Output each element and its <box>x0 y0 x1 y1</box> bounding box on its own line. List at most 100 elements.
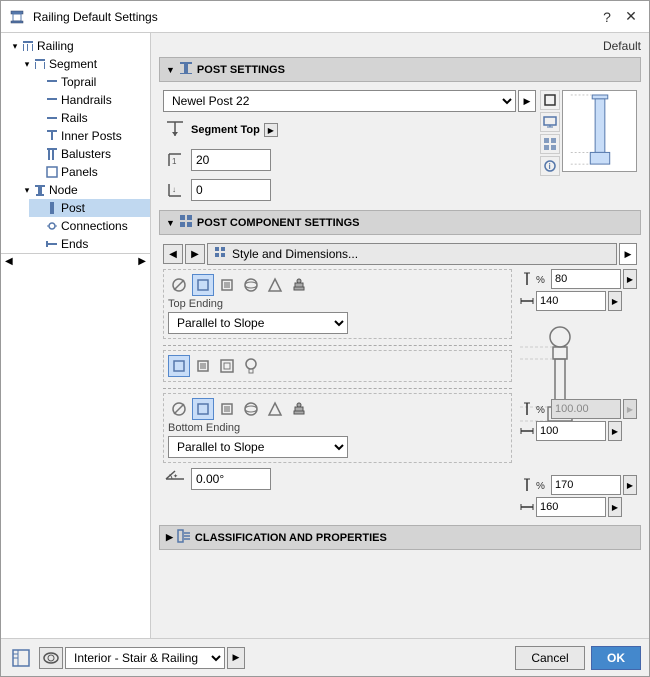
bot-box-icon-btn[interactable] <box>192 398 214 420</box>
bot-height-input[interactable] <box>551 475 621 495</box>
scroll-left-icon[interactable]: ◀ <box>5 256 13 267</box>
sidebar-item-connections[interactable]: Connections <box>29 217 150 235</box>
bot-shape-icon-btn[interactable] <box>264 398 286 420</box>
footer-dropdown-arrow[interactable]: ▶ <box>227 647 245 669</box>
bot-width-row: ▶ <box>520 497 637 517</box>
cancel-button[interactable]: Cancel <box>515 646 585 670</box>
field2-row: ↓ <box>163 178 536 202</box>
style-dimensions-label: Style and Dimensions... <box>232 247 358 261</box>
bot-circle-icon-btn[interactable] <box>168 398 190 420</box>
sidebar-item-innerposts[interactable]: Inner Posts <box>29 127 150 145</box>
comp-prev-button[interactable]: ◀ <box>163 244 183 264</box>
divider2 <box>163 388 512 389</box>
footer-buttons: Cancel OK <box>515 646 641 670</box>
field1-input[interactable] <box>191 149 271 171</box>
sidebar-item-handrails[interactable]: Handrails <box>29 91 150 109</box>
comp-right: % ▶ ▶ <box>520 269 637 517</box>
top-box2-icon-btn[interactable] <box>216 274 238 296</box>
svg-text:%: % <box>536 275 545 286</box>
style-arrow-btn[interactable]: ▶ <box>619 243 637 265</box>
sidebar-item-segment[interactable]: ▾ Segment <box>17 55 150 73</box>
bot-height-row: % ▶ <box>520 475 637 495</box>
post-preview-svg <box>562 90 637 172</box>
preview-grid-icon[interactable] <box>540 134 560 154</box>
footer-book-icon[interactable] <box>9 646 33 670</box>
comp-next-button[interactable]: ▶ <box>185 244 205 264</box>
scroll-right-icon[interactable]: ▶ <box>138 256 146 267</box>
mid-box2-icon-btn[interactable] <box>192 355 214 377</box>
mid-shape2-icon-btn[interactable] <box>216 355 238 377</box>
top-width-arrow[interactable]: ▶ <box>608 291 622 311</box>
bottom-ending-select[interactable]: Parallel to Slope <box>168 436 348 458</box>
top-box-icon-btn[interactable] <box>192 274 214 296</box>
middle-fields: % ▶ ▶ <box>520 399 637 441</box>
footer-eye-button[interactable] <box>39 647 63 669</box>
spacer <box>33 220 45 232</box>
classification-header[interactable]: ▶ CLASSIFICATION AND PROPERTIES <box>159 525 641 550</box>
mid-width-arrow[interactable]: ▶ <box>608 421 622 441</box>
classification-title: CLASSIFICATION AND PROPERTIES <box>195 532 387 544</box>
sidebar-item-panels[interactable]: Panels <box>29 163 150 181</box>
sidebar-item-node[interactable]: ▾ Node <box>17 181 150 199</box>
segment-top-arrow[interactable]: ▶ <box>264 123 278 137</box>
spacer <box>33 238 45 250</box>
bot-custom-icon-btn[interactable] <box>288 398 310 420</box>
bot-sphere-icon-btn[interactable] <box>240 398 262 420</box>
sidebar-item-post[interactable]: Post <box>29 199 150 217</box>
post-settings-body: Newel Post 22 ▶ <box>159 86 641 206</box>
top-circle-icon-btn[interactable] <box>168 274 190 296</box>
middle-area: Top Ending Parallel to Slope <box>163 269 637 517</box>
bot-width-arrow[interactable]: ▶ <box>608 497 622 517</box>
preview-monitor-icon[interactable] <box>540 112 560 132</box>
post-preview-container: i <box>540 90 637 202</box>
sidebar-label-handrails: Handrails <box>61 93 112 107</box>
preview-square-icon[interactable] <box>540 90 560 110</box>
bot-box2-icon-btn[interactable] <box>216 398 238 420</box>
title-bar-left: Railing Default Settings <box>9 9 158 25</box>
help-button[interactable]: ? <box>597 7 617 27</box>
sidebar-label-connections: Connections <box>61 219 128 233</box>
field2-input[interactable] <box>191 179 271 201</box>
top-ending-label: Top Ending <box>168 298 507 310</box>
top-height-arrow[interactable]: ▶ <box>623 269 637 289</box>
mid-width-input[interactable] <box>536 421 606 441</box>
sidebar-label-post: Post <box>61 201 85 215</box>
top-ending-select[interactable]: Parallel to Slope <box>168 312 348 334</box>
sidebar-item-balusters[interactable]: Balusters <box>29 145 150 163</box>
sidebar-item-railing[interactable]: ▾ Railing <box>5 37 150 55</box>
bot-height-arrow[interactable]: ▶ <box>623 475 637 495</box>
post-component-title: POST COMPONENT SETTINGS <box>197 217 360 229</box>
sidebar-scrollbar[interactable]: ◀ ▶ <box>1 253 150 269</box>
bot-width-input[interactable] <box>536 497 606 517</box>
close-button[interactable]: ✕ <box>621 7 641 27</box>
top-custom-icon-btn[interactable] <box>288 274 310 296</box>
interior-stair-dropdown[interactable]: Interior - Stair & Railing <box>65 647 225 669</box>
angle-input[interactable] <box>191 468 271 490</box>
top-shape-icon-btn[interactable] <box>264 274 286 296</box>
top-height-input[interactable] <box>551 269 621 289</box>
top-sphere-icon-btn[interactable] <box>240 274 262 296</box>
preview-info-icon[interactable]: i <box>540 156 560 176</box>
top-w-label <box>520 294 534 308</box>
ok-button[interactable]: OK <box>591 646 641 670</box>
top-width-input[interactable] <box>536 291 606 311</box>
newel-post-dropdown[interactable]: Newel Post 22 <box>163 90 516 112</box>
sidebar-label-segment: Segment <box>49 57 97 71</box>
mid-ball-icon-btn[interactable] <box>240 355 262 377</box>
post-component-header[interactable]: ▼ POST COMPONENT SETTINGS <box>159 210 641 235</box>
sidebar-item-ends[interactable]: Ends <box>29 235 150 253</box>
mid-width-row: ▶ <box>520 421 637 441</box>
dialog-body: ▾ Railing ▾ <box>1 33 649 638</box>
svg-text:↓: ↓ <box>172 185 176 194</box>
sidebar-item-toprail[interactable]: Toprail <box>29 73 150 91</box>
mid-height-arrow: ▶ <box>623 399 637 419</box>
post-dropdown-arrow[interactable]: ▶ <box>518 90 536 112</box>
mid-height-input[interactable] <box>551 399 621 419</box>
post-icon <box>45 201 59 215</box>
style-dimensions-button[interactable]: Style and Dimensions... <box>207 243 617 265</box>
mid-box-icon-btn[interactable] <box>168 355 190 377</box>
spacer <box>33 94 45 106</box>
post-settings-header[interactable]: ▼ POST SETTINGS <box>159 57 641 82</box>
sidebar-item-rails[interactable]: Rails <box>29 109 150 127</box>
depth-icon: ↓ <box>163 178 187 202</box>
